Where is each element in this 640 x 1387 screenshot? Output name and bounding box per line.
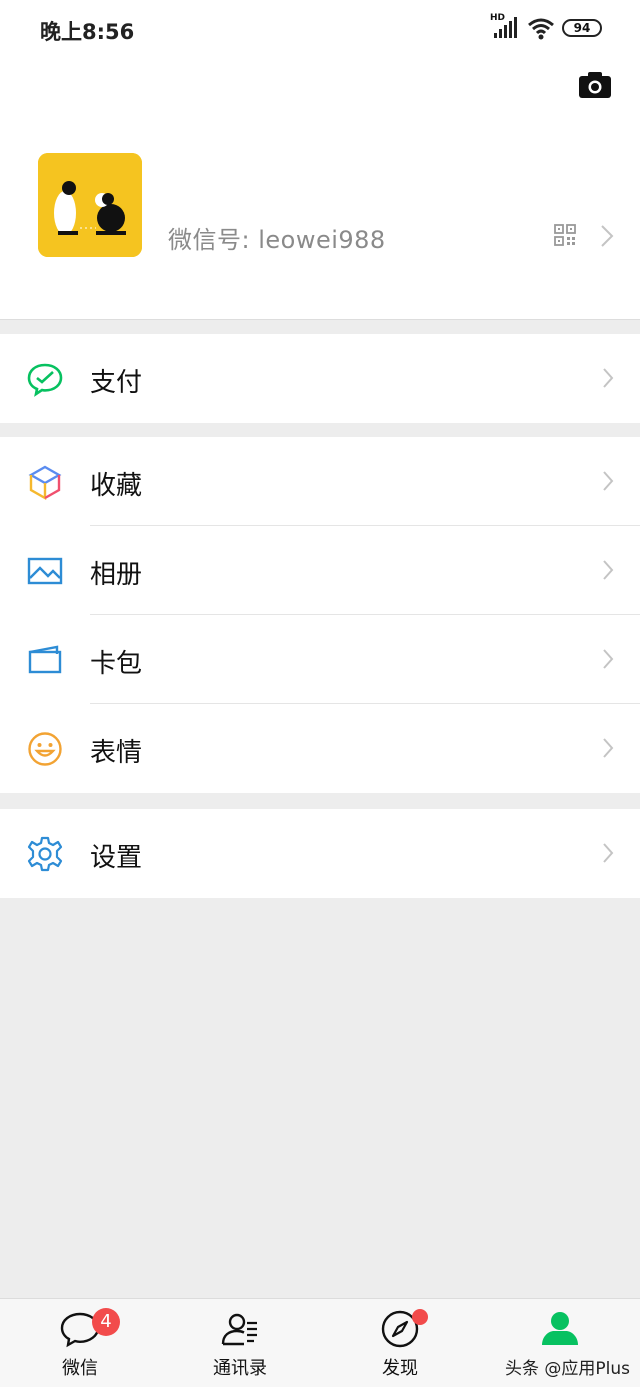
menu-item-label: 表情	[90, 738, 143, 768]
status-icons: HD 94	[472, 13, 602, 44]
menu-item-label: 支付	[90, 368, 143, 398]
wechat-id: 微信号: leowei988	[168, 226, 386, 254]
card-wallet-icon	[27, 642, 63, 678]
tab-label: 发现	[382, 1358, 418, 1379]
sticker-smile-icon	[27, 731, 63, 767]
battery-icon: 94	[562, 19, 602, 37]
camera-icon[interactable]	[578, 70, 612, 100]
menu-item-label: 相册	[90, 560, 143, 590]
chevron-right-icon	[600, 224, 614, 248]
menu-item-stickers[interactable]: 表情	[0, 704, 640, 793]
menu-item-label: 卡包	[90, 649, 143, 679]
menu-group-pay: 支付	[0, 334, 640, 423]
chevron-right-icon	[602, 470, 614, 492]
menu-item-label: 设置	[90, 843, 143, 873]
menu-item-favorites[interactable]: 收藏	[0, 437, 640, 526]
new-dot-badge	[412, 1309, 428, 1325]
tab-contacts[interactable]: 通讯录	[160, 1299, 320, 1387]
wifi-icon	[528, 18, 554, 40]
menu-item-label: 收藏	[90, 471, 143, 501]
profile-header[interactable]: 微信号: leowei988	[0, 60, 640, 320]
menu-item-pay[interactable]: 支付	[0, 334, 640, 423]
gear-icon	[27, 836, 63, 872]
contacts-icon	[220, 1309, 260, 1349]
chevron-right-icon	[602, 367, 614, 389]
hd-label: HD	[490, 13, 506, 23]
album-image-icon	[27, 553, 63, 589]
tab-label: 微信	[62, 1358, 98, 1379]
qr-code-icon[interactable]	[554, 224, 576, 246]
signal-icon: HD	[490, 13, 520, 40]
tab-chats[interactable]: 4 微信	[0, 1299, 160, 1387]
tab-discover[interactable]: 发现	[320, 1299, 480, 1387]
chevron-right-icon	[602, 648, 614, 670]
menu-item-settings[interactable]: 设置	[0, 809, 640, 898]
menu-group-main: 收藏 相册 卡包 表情	[0, 437, 640, 793]
watermark: 头条 @应用Plus	[505, 1359, 631, 1379]
menu-item-album[interactable]: 相册	[0, 526, 640, 615]
chevron-right-icon	[602, 559, 614, 581]
avatar[interactable]	[38, 153, 142, 257]
menu-item-card-wallet[interactable]: 卡包	[0, 615, 640, 704]
favorites-cube-icon	[27, 464, 63, 501]
status-time: 晚上8:56	[40, 20, 135, 44]
unread-badge: 4	[92, 1308, 120, 1336]
status-bar: 晚上8:56 HD 94	[0, 0, 640, 60]
chevron-right-icon	[602, 842, 614, 864]
menu-group-settings: 设置	[0, 809, 640, 898]
wechat-pay-icon	[27, 361, 63, 397]
chevron-right-icon	[602, 737, 614, 759]
me-person-icon	[540, 1309, 580, 1349]
tab-label: 通讯录	[213, 1358, 267, 1379]
